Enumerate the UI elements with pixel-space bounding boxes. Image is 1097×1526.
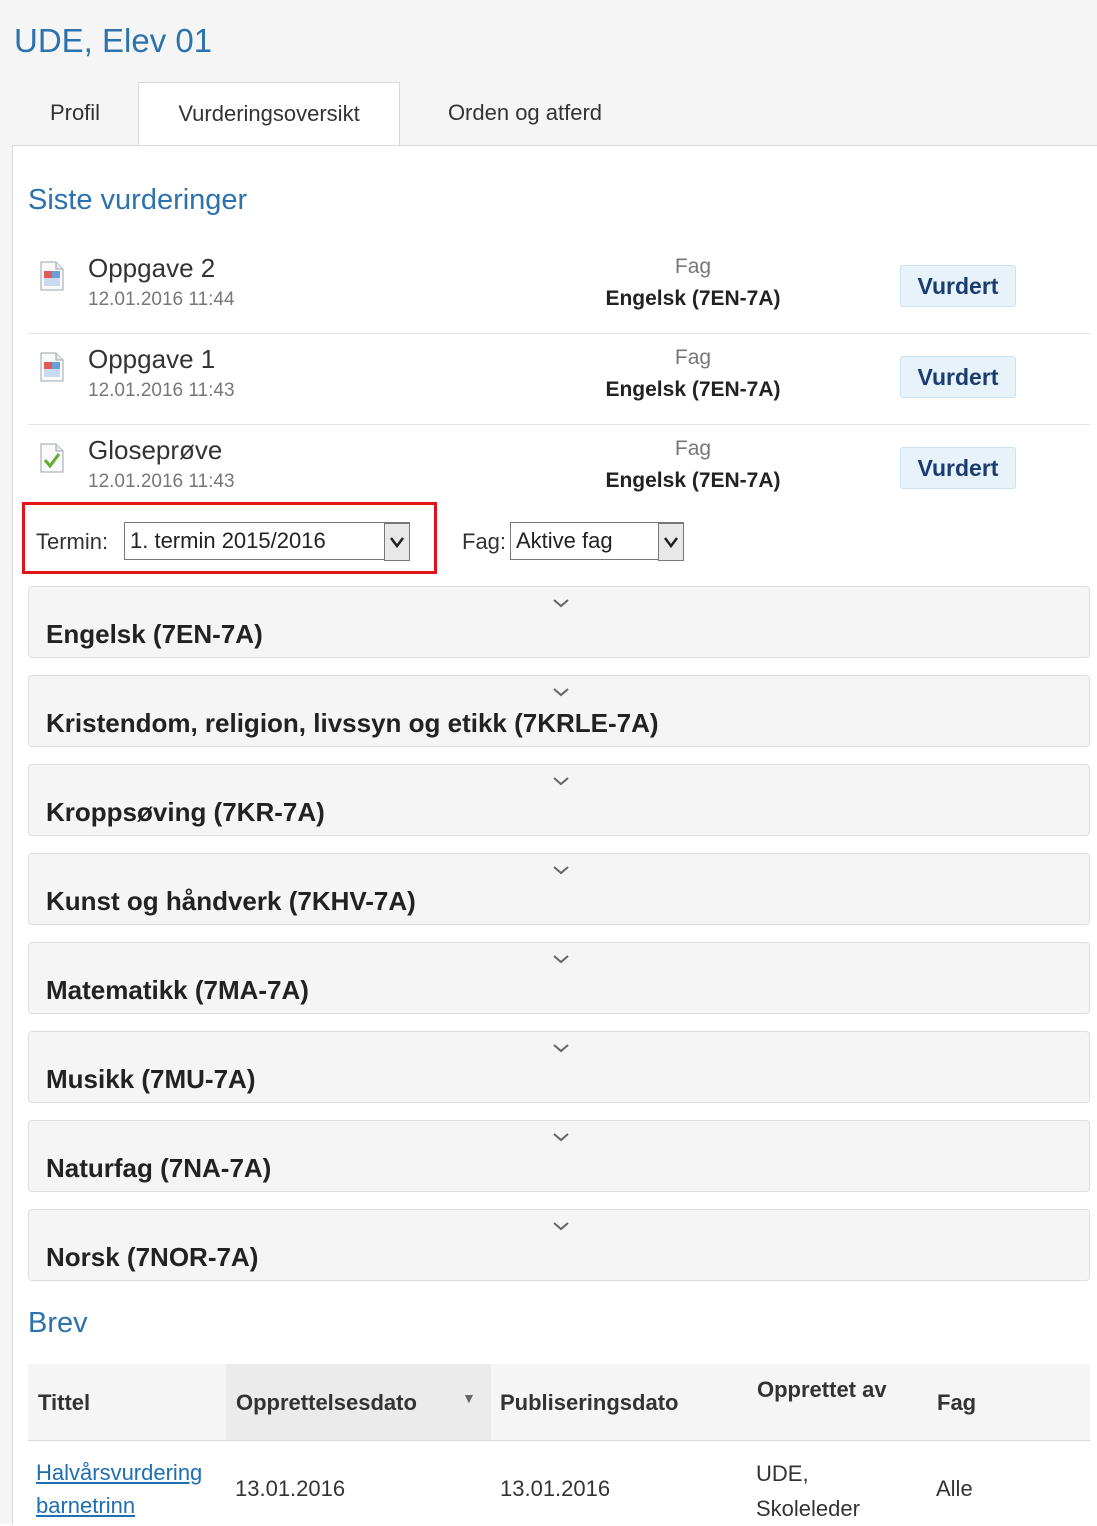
subject-accordion-norsk[interactable]: Norsk (7NOR-7A) [28,1209,1090,1281]
assessment-date: 12.01.2016 11:44 [88,289,235,310]
assessment-row[interactable]: Oppgave 2 12.01.2016 11:44 Fag Engelsk (… [28,243,1090,334]
subject-accordion-engelsk[interactable]: Engelsk (7EN-7A) [28,586,1090,658]
subject-value: Engelsk (7EN-7A) [605,469,781,492]
assessment-title[interactable]: Oppgave 2 [88,253,215,284]
tab-bar: Profil Vurderingsoversikt Orden og atfer… [12,82,1097,147]
column-header-tittel[interactable]: Tittel [38,1390,90,1416]
chevron-down-icon [553,866,569,875]
column-header-opprettet-av[interactable]: Opprettet av [757,1373,887,1406]
tab-profil[interactable]: Profil [12,82,138,144]
subject-accordion-matematikk[interactable]: Matematikk (7MA-7A) [28,942,1090,1014]
letter-created-date: 13.01.2016 [235,1476,346,1501]
subject-title: Matematikk (7MA-7A) [46,975,309,1005]
chevron-down-icon [553,1222,569,1231]
subject-title: Engelsk (7EN-7A) [46,619,263,649]
subject-accordion-musikk[interactable]: Musikk (7MU-7A) [28,1031,1090,1103]
sort-descending-icon[interactable]: ▼ [462,1390,476,1406]
letters-heading: Brev [28,1307,88,1339]
recent-assessments-heading: Siste vurderinger [28,184,248,216]
status-badge: Vurdert [900,265,1016,307]
tab-orden-og-atferd[interactable]: Orden og atferd [412,82,638,144]
subject-label: Fag [674,346,712,369]
subject-accordion-krle[interactable]: Kristendom, religion, livssyn og etikk (… [28,675,1090,747]
assessment-title[interactable]: Gloseprøve [88,435,222,466]
assessment-date: 12.01.2016 11:43 [88,471,235,492]
subject-title: Musikk (7MU-7A) [46,1064,256,1094]
chevron-down-icon [553,599,569,608]
chevron-down-icon [553,1133,569,1142]
subject-value: Engelsk (7EN-7A) [605,378,781,401]
subject-accordion-naturfag[interactable]: Naturfag (7NA-7A) [28,1120,1090,1192]
fag-select-value: Aktive fag [516,528,613,553]
chevron-down-icon [553,1044,569,1053]
letter-published-date: 13.01.2016 [500,1476,611,1501]
assessment-row[interactable]: Oppgave 1 12.01.2016 11:43 Fag Engelsk (… [28,334,1090,425]
letters-table-header: Tittel Opprettelsesdato ▼ Publiseringsda… [28,1364,1090,1441]
column-header-publiseringsdato[interactable]: Publiseringsdato [500,1390,678,1416]
fag-select[interactable]: Aktive fag [510,522,684,561]
subject-value: Engelsk (7EN-7A) [605,287,781,310]
subject-title: Norsk (7NOR-7A) [46,1242,259,1272]
subject-title: Kristendom, religion, livssyn og etikk (… [46,708,659,738]
subject-title: Kunst og håndverk (7KHV-7A) [46,886,416,916]
chevron-down-icon [553,777,569,786]
status-badge: Vurdert [900,356,1016,398]
subject-accordion-kunst-og-handverk[interactable]: Kunst og håndverk (7KHV-7A) [28,853,1090,925]
letter-created-by: UDE, Skoleleder [756,1461,860,1521]
chevron-down-icon[interactable] [658,523,684,561]
subject-label: Fag [674,255,712,278]
subject-title: Naturfag (7NA-7A) [46,1153,272,1183]
subject-title: Kroppsøving (7KR-7A) [46,797,325,827]
assessment-title[interactable]: Oppgave 1 [88,344,215,375]
letter-subject: Alle [936,1476,973,1501]
subject-accordion-kroppsoving[interactable]: Kroppsøving (7KR-7A) [28,764,1090,836]
checked-document-icon [40,443,64,473]
document-icon [40,261,64,291]
assessment-date: 12.01.2016 11:43 [88,380,235,401]
document-icon [40,352,64,382]
status-badge: Vurdert [900,447,1016,489]
column-header-fag[interactable]: Fag [937,1390,976,1416]
subject-label: Fag [674,437,712,460]
tab-vurderingsoversikt[interactable]: Vurderingsoversikt [138,82,400,147]
highlight-box [22,502,437,574]
letter-title-link[interactable]: Halvårsvurdering barnetrinn [36,1456,226,1522]
fag-filter-label: Fag: [462,529,507,554]
page-title: UDE, Elev 01 [14,22,213,59]
chevron-down-icon [553,955,569,964]
column-header-opprettelsesdato[interactable]: Opprettelsesdato [236,1390,417,1416]
chevron-down-icon [553,688,569,697]
